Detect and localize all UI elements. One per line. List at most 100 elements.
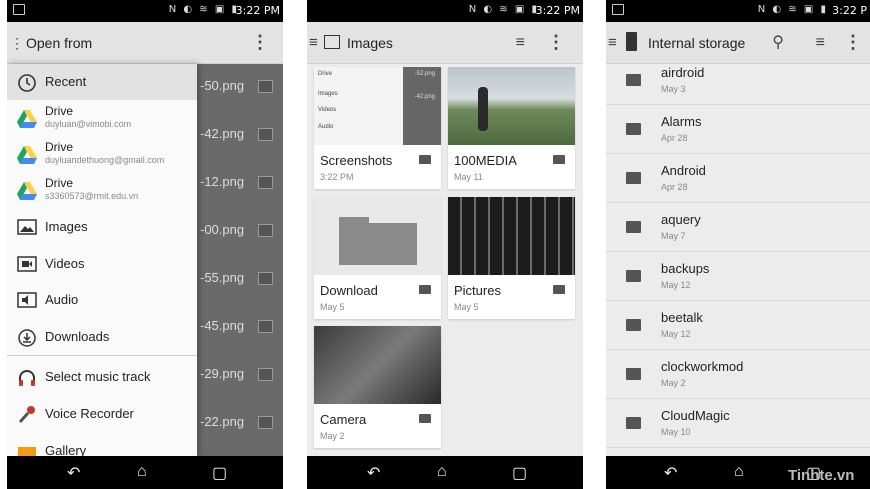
navigation-drawer: Recent Drive duyluan@vimobi.com Drive du… xyxy=(7,64,197,456)
drawer-indicator-icon: ⋮ xyxy=(10,35,24,51)
drawer-item-drive-1[interactable]: Drive duyluan@vimobi.com xyxy=(7,100,197,136)
overflow-menu-icon[interactable]: ⋮ xyxy=(547,33,565,51)
watermark: Tinhte.vn xyxy=(788,467,855,484)
notification-icon xyxy=(13,4,25,15)
list-item: -29.png xyxy=(197,352,283,400)
folder-icon xyxy=(626,270,641,282)
folder-icon xyxy=(626,123,641,135)
back-icon[interactable]: ↶ xyxy=(67,463,80,483)
home-icon[interactable]: ⌂ xyxy=(437,463,447,481)
status-bar: N ◐ ≋ ▣ ▮ 3:22 PM xyxy=(307,0,583,22)
drawer-toggle-icon[interactable]: ≡ xyxy=(309,34,318,51)
image-thumb-icon xyxy=(258,368,273,381)
background-file-list: -50.png -42.png -12.png -00.png -55.png … xyxy=(197,64,283,456)
folder-icon xyxy=(553,285,565,294)
clock-icon xyxy=(17,73,37,93)
audio-icon xyxy=(17,291,37,311)
folder-card-pictures[interactable]: Pictures May 5 xyxy=(448,197,575,319)
image-thumb-icon xyxy=(258,128,273,141)
drawer-item-videos[interactable]: Videos xyxy=(7,246,197,282)
folder-icon xyxy=(626,417,641,429)
drawer-toggle-icon[interactable]: ≡ xyxy=(608,34,617,51)
video-icon xyxy=(17,255,37,275)
back-icon[interactable]: ↶ xyxy=(367,463,380,483)
folder-icon xyxy=(626,172,641,184)
drawer-item-recent[interactable]: Recent xyxy=(7,64,197,100)
image-thumb-icon xyxy=(258,320,273,333)
status-bar: N ◐ ≋ ▣ ▮ 3:22 PM xyxy=(7,0,283,22)
image-thumb-icon xyxy=(258,176,273,189)
system-nav-bar: ↶ ⌂ ▢ xyxy=(307,456,583,489)
drive-icon xyxy=(17,146,37,164)
list-item[interactable]: clockworkmod May 2 xyxy=(606,350,870,399)
folder-icon xyxy=(553,155,565,164)
folder-card-screenshots[interactable]: Drive Images Videos Audio -52.png -42.pn… xyxy=(314,67,441,189)
camera-thumb xyxy=(314,326,441,404)
folder-card-camera[interactable]: Camera May 2 xyxy=(314,326,441,448)
image-thumb-icon xyxy=(258,80,273,93)
drawer-item-gallery[interactable]: Gallery xyxy=(7,433,197,456)
list-item[interactable]: backups May 12 xyxy=(606,252,870,301)
list-item: -55.png xyxy=(197,256,283,304)
list-item[interactable]: CloudMagic May 10 xyxy=(606,399,870,448)
screen-open-from: N ◐ ≋ ▣ ▮ 3:22 PM ⋮ Open from ⋮ -50.png … xyxy=(7,0,283,489)
app-bar: ⋮ Open from ⋮ xyxy=(7,22,283,64)
folder-grid: Drive Images Videos Audio -52.png -42.pn… xyxy=(307,64,583,456)
sort-icon[interactable]: ≡ xyxy=(816,34,825,52)
overflow-menu-icon[interactable]: ⋮ xyxy=(251,33,269,51)
list-item: -50.png xyxy=(197,64,283,112)
overflow-menu-icon[interactable]: ⋮ xyxy=(844,33,862,51)
folder-icon xyxy=(419,414,431,423)
download-thumb xyxy=(314,197,441,275)
drawer-item-select-music[interactable]: Select music track xyxy=(7,359,197,395)
drawer-item-drive-3[interactable]: Drive s3360573@rmit.edu.vn xyxy=(7,172,197,208)
drawer-item-audio[interactable]: Audio xyxy=(7,282,197,318)
headphones-icon xyxy=(17,368,37,388)
back-icon[interactable]: ↶ xyxy=(664,463,677,483)
status-bar: N ◐ ≋ ▣ ▮ 3:22 P xyxy=(606,0,870,22)
drawer-item-downloads[interactable]: Downloads xyxy=(7,319,197,355)
list-item[interactable]: beetalk May 12 xyxy=(606,301,870,350)
screen-internal-storage: N ◐ ≋ ▣ ▮ 3:22 P ≡ Internal storage ⚲ ≡ … xyxy=(606,0,870,489)
list-item: -00.png xyxy=(197,208,283,256)
download-icon xyxy=(17,328,37,348)
folder-card-100media[interactable]: 100MEDIA May 11 xyxy=(448,67,575,189)
status-time: 3:22 PM xyxy=(235,4,280,17)
image-thumb-icon xyxy=(258,416,273,429)
home-icon[interactable]: ⌂ xyxy=(734,463,744,481)
notification-icon xyxy=(612,4,624,15)
drawer-item-images[interactable]: Images xyxy=(7,209,197,245)
list-item: -45.png xyxy=(197,304,283,352)
home-icon[interactable]: ⌂ xyxy=(137,463,147,481)
list-item: -12.png xyxy=(197,160,283,208)
folder-card-download[interactable]: Download May 5 xyxy=(314,197,441,319)
app-bar: ≡ Images ≡ ⋮ xyxy=(307,22,583,64)
pictures-thumb xyxy=(448,197,575,275)
drive-icon xyxy=(17,110,37,128)
page-title: Images xyxy=(347,35,393,51)
list-item[interactable]: Android Apr 28 xyxy=(606,154,870,203)
screenshots-thumb: Drive Images Videos Audio -52.png -42.pn… xyxy=(314,67,441,145)
image-thumb-icon xyxy=(258,272,273,285)
list-item[interactable]: aquery May 7 xyxy=(606,203,870,252)
gallery-icon xyxy=(17,442,37,456)
100media-thumb xyxy=(448,67,575,145)
search-icon[interactable]: ⚲ xyxy=(772,32,784,52)
folder-icon xyxy=(419,285,431,294)
sort-icon[interactable]: ≡ xyxy=(516,34,525,52)
folder-icon xyxy=(626,221,641,233)
folder-icon xyxy=(419,155,431,164)
drawer-item-drive-2[interactable]: Drive duyluandethuong@gmail.com xyxy=(7,136,197,172)
folder-icon xyxy=(626,319,641,331)
sd-storage-icon xyxy=(626,32,637,51)
status-time: 3:22 PM xyxy=(535,4,580,17)
list-item[interactable]: airdroid May 3 xyxy=(606,56,870,105)
image-thumb-icon xyxy=(258,224,273,237)
microphone-icon xyxy=(17,405,37,425)
drawer-item-voice-recorder[interactable]: Voice Recorder xyxy=(7,396,197,432)
image-icon xyxy=(324,35,340,49)
recents-icon[interactable]: ▢ xyxy=(212,463,227,483)
recents-icon[interactable]: ▢ xyxy=(512,463,527,483)
list-item[interactable]: Alarms Apr 28 xyxy=(606,105,870,154)
status-icons: N ◐ ≋ ▣ ▮ xyxy=(468,4,539,15)
